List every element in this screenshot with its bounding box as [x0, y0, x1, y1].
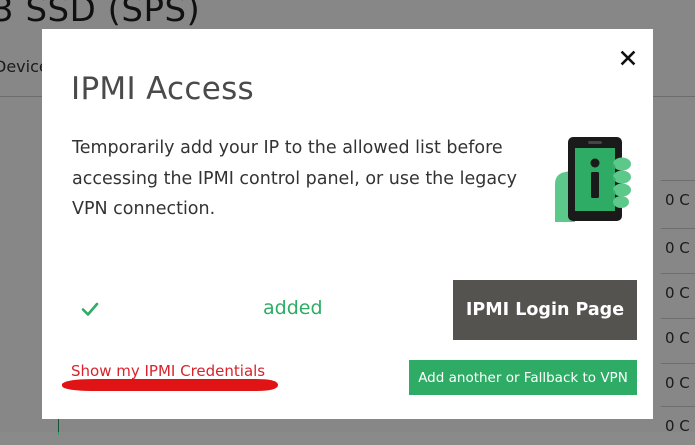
fallback-to-vpn-button[interactable]: Add another or Fallback to VPN	[409, 360, 637, 395]
ipmi-login-page-button[interactable]: IPMI Login Page	[453, 280, 637, 340]
close-icon	[620, 50, 636, 66]
check-icon	[80, 299, 100, 319]
ipmi-access-modal: IPMI Access Temporarily add your IP to t…	[42, 29, 653, 419]
phone-info-icon	[553, 134, 633, 224]
modal-description: Temporarily add your IP to the allowed l…	[72, 138, 518, 219]
status-text: added	[263, 297, 323, 319]
modal-title: IPMI Access	[71, 71, 255, 107]
close-button[interactable]	[618, 48, 638, 68]
red-annotation-underline	[62, 379, 278, 391]
